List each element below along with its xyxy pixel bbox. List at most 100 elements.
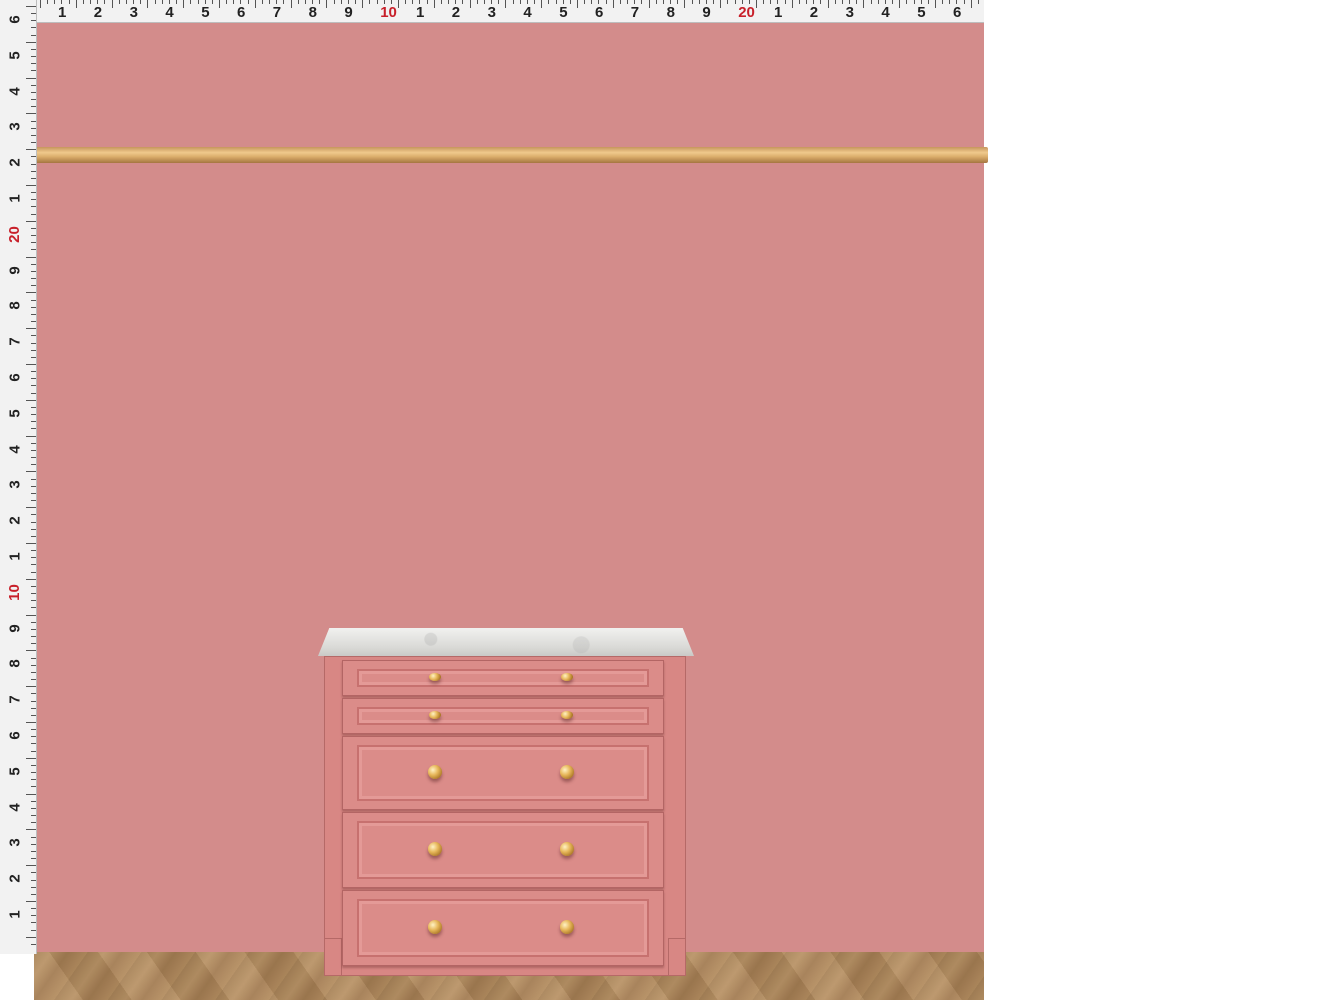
ruler-tick <box>154 0 156 4</box>
marble-top <box>318 628 694 656</box>
ruler-tick <box>31 91 36 93</box>
ruler-tick <box>505 0 507 8</box>
ruler-tick <box>31 764 36 766</box>
ruler-top-label: 5 <box>201 4 210 21</box>
ruler-tick <box>26 41 36 43</box>
drawer-knob-icon[interactable] <box>560 842 574 856</box>
ruler-tick <box>31 643 36 645</box>
drawer-knob-icon[interactable] <box>561 711 573 719</box>
drawer-knob-icon[interactable] <box>560 765 574 779</box>
ruler-top-label: 4 <box>523 4 532 21</box>
ruler-top-label: 1 <box>58 4 67 21</box>
ruler-tick <box>26 578 36 580</box>
ruler-tick <box>31 621 36 623</box>
ruler-tick <box>31 270 36 272</box>
ruler-tick <box>892 0 894 4</box>
drawer-knob-icon[interactable] <box>428 842 442 856</box>
ruler-left-label: 2 <box>6 874 24 883</box>
ruler-tick <box>31 156 36 158</box>
ruler-tick <box>147 0 149 8</box>
dresser-leg-left <box>324 938 342 976</box>
ruler-tick <box>233 0 235 4</box>
ruler-tick <box>31 850 36 852</box>
ruler-tick <box>31 371 36 373</box>
ruler-tick <box>841 0 843 4</box>
drawer-3[interactable] <box>342 736 664 810</box>
ruler-tick <box>31 636 36 638</box>
drawer-1[interactable] <box>342 660 664 696</box>
ruler-tick <box>31 349 36 351</box>
drawer-4[interactable] <box>342 812 664 888</box>
ruler-tick <box>31 707 36 709</box>
ruler-tick <box>31 421 36 423</box>
ruler-tick <box>31 99 36 101</box>
ruler-left-label: 4 <box>6 444 24 454</box>
ruler-tick <box>519 0 521 4</box>
ruler-tick <box>31 356 36 358</box>
drawer-knob-icon[interactable] <box>561 673 573 681</box>
ruler-tick <box>226 0 228 4</box>
drawer-2[interactable] <box>342 698 664 734</box>
drawer-panel <box>357 707 649 725</box>
ruler-tick <box>31 786 36 788</box>
ruler-tick <box>26 865 36 867</box>
ruler-tick <box>247 0 249 4</box>
drawer-knob-icon[interactable] <box>429 711 441 719</box>
ruler-tick <box>333 0 335 4</box>
ruler-top-label: 6 <box>595 4 604 21</box>
ruler-tick <box>31 872 36 874</box>
drawer-knob-icon[interactable] <box>428 920 442 934</box>
ruler-tick <box>31 163 36 165</box>
ruler-tick <box>297 0 299 4</box>
ruler-left-label: 9 <box>6 623 24 633</box>
left-ruler: 6 5 4 3 2 1 20 9 8 7 6 5 4 3 2 1 10 9 8 7 6 5 4 3 2 1 <box>0 0 37 954</box>
ruler-tick <box>619 0 621 4</box>
drawer-panel <box>357 899 649 957</box>
drawer-knob-icon[interactable] <box>428 765 442 779</box>
ruler-top-label: 3 <box>845 4 854 21</box>
drawer-5[interactable] <box>342 890 664 966</box>
ruler-tick <box>691 0 693 4</box>
ruler-top-label: 9 <box>344 4 353 21</box>
ruler-tick <box>734 0 736 4</box>
ruler-tick <box>31 485 36 487</box>
ruler-tick <box>26 793 36 795</box>
ruler-tick <box>31 242 36 244</box>
ruler-left-label: 10 <box>5 583 23 601</box>
ruler-tick <box>31 213 36 215</box>
ruler-tick <box>26 829 36 831</box>
ruler-tick <box>304 0 306 4</box>
ruler-top-label: 2 <box>809 4 819 21</box>
ruler-tick <box>648 0 650 8</box>
ruler-tick <box>31 815 36 817</box>
ruler-tick <box>31 84 36 86</box>
drawer-knob-icon[interactable] <box>429 673 441 681</box>
ruler-top-label: 4 <box>881 4 890 21</box>
ruler-tick <box>31 406 36 408</box>
ruler-tick <box>31 378 36 380</box>
ruler-tick <box>31 56 36 58</box>
ruler-tick <box>942 0 944 4</box>
ruler-left-label: 9 <box>6 265 24 275</box>
ruler-tick <box>31 564 36 566</box>
ruler-top-label: 1 <box>416 4 425 21</box>
drawer-knob-icon[interactable] <box>560 920 574 934</box>
ruler-left-label: 5 <box>6 51 24 60</box>
ruler-tick <box>31 235 36 237</box>
ruler-tick <box>31 206 36 208</box>
ruler-tick <box>26 543 36 544</box>
ruler-tick <box>31 929 36 931</box>
ruler-tick <box>31 858 36 860</box>
ruler-tick <box>31 822 36 824</box>
ruler-tick <box>355 0 357 4</box>
ruler-tick <box>211 0 213 4</box>
ruler-tick <box>197 0 199 4</box>
ruler-tick <box>31 843 36 845</box>
ruler-tick <box>31 729 36 731</box>
ruler-tick <box>31 807 36 809</box>
ruler-tick <box>31 772 36 774</box>
ruler-tick <box>104 0 106 4</box>
ruler-tick <box>870 0 872 4</box>
ruler-tick <box>541 0 543 8</box>
dresser[interactable] <box>318 626 694 976</box>
